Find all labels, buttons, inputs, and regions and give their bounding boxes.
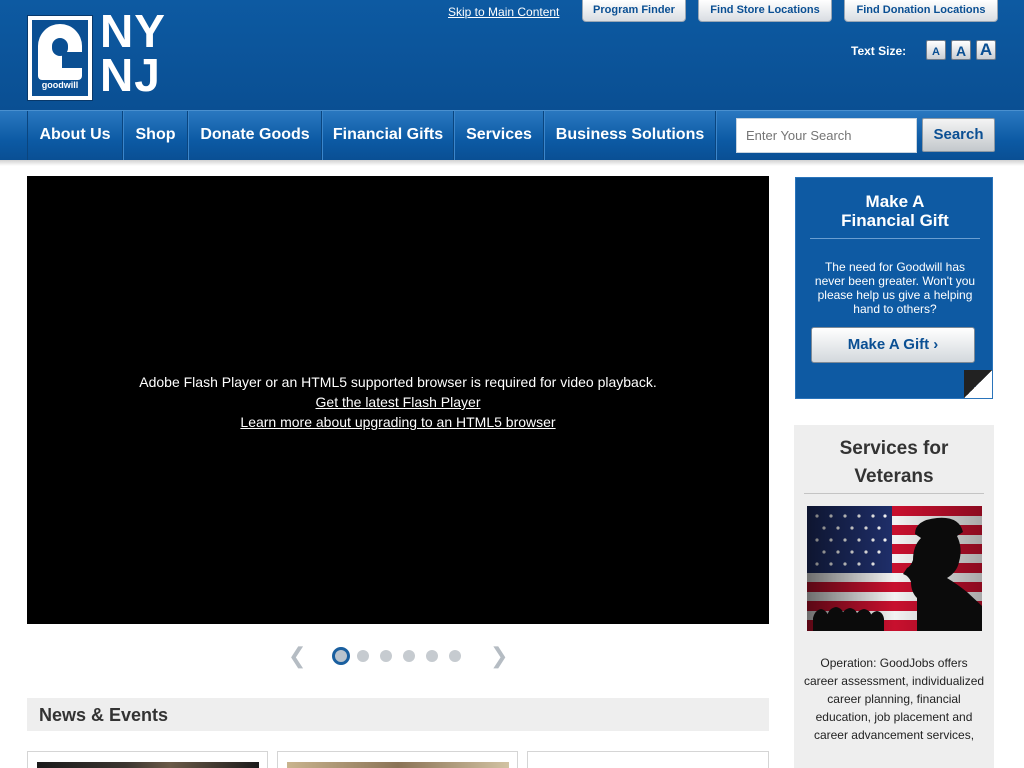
program-finder-button[interactable]: Program Finder xyxy=(582,0,686,22)
site-header: goodwill NY NJ Skip to Main Content Prog… xyxy=(0,0,1024,110)
logo-ny-text[interactable]: NY xyxy=(100,8,166,54)
slider-dot-3[interactable] xyxy=(380,650,392,662)
gift-title-line-2: Financial Gift xyxy=(841,211,949,230)
video-required-text: Adobe Flash Player or an HTML5 supported… xyxy=(139,374,657,390)
find-store-locations-button[interactable]: Find Store Locations xyxy=(698,0,832,22)
slider-dot-5[interactable] xyxy=(426,650,438,662)
slider-dot-6[interactable] xyxy=(449,650,461,662)
news-card[interactable] xyxy=(27,751,268,768)
slider-dot-2[interactable] xyxy=(357,650,369,662)
text-size-small-button[interactable]: A xyxy=(926,40,946,60)
slider-prev-arrow-icon[interactable]: ❮ xyxy=(288,644,306,668)
text-size-large-button[interactable]: A xyxy=(976,40,996,60)
gift-divider xyxy=(810,238,980,239)
veterans-title-line-2: Veterans xyxy=(854,466,934,487)
main-navigation: About Us Shop Donate Goods Financial Gif… xyxy=(0,110,1024,160)
goodwill-logo[interactable]: goodwill xyxy=(27,15,93,101)
news-card[interactable] xyxy=(527,751,769,768)
logo-nj-text[interactable]: NJ xyxy=(100,52,161,98)
find-donation-locations-button[interactable]: Find Donation Locations xyxy=(844,0,998,22)
skip-to-main-content-link[interactable]: Skip to Main Content xyxy=(448,5,559,19)
nav-shadow xyxy=(0,160,1024,166)
veterans-services-panel: Services for Veterans Operation: GoodJob… xyxy=(794,425,994,768)
nav-item-business-solutions[interactable]: Business Solutions xyxy=(545,111,716,160)
veterans-title-line-1: Services for xyxy=(839,438,949,459)
gift-title-line-1: Make A xyxy=(865,192,925,211)
flag-silhouette-graphic xyxy=(807,506,982,631)
video-fallback-message: Adobe Flash Player or an HTML5 supported… xyxy=(27,372,769,432)
financial-gift-title: Make A Financial Gift xyxy=(796,192,992,230)
text-size-medium-button[interactable]: A xyxy=(951,40,971,60)
html5-browser-link[interactable]: Learn more about upgrading to an HTML5 b… xyxy=(27,412,769,432)
veterans-flag-soldier-image[interactable] xyxy=(807,506,982,631)
nav-item-services[interactable]: Services xyxy=(455,111,544,160)
slider-dot-1[interactable] xyxy=(332,647,350,665)
goodwill-g-cut xyxy=(62,52,82,68)
logo-wordmark: goodwill xyxy=(41,80,79,90)
veterans-title: Services for Veterans xyxy=(794,435,994,491)
news-events-title: News & Events xyxy=(39,705,169,725)
veterans-description: Operation: GoodJobs offers career assess… xyxy=(803,656,985,742)
search-input[interactable] xyxy=(736,118,917,153)
text-size-label: Text Size: xyxy=(851,44,907,58)
financial-gift-panel: Make A Financial Gift The need for Goodw… xyxy=(795,177,993,399)
flash-player-link[interactable]: Get the latest Flash Player xyxy=(27,392,769,412)
slider-dot-4[interactable] xyxy=(403,650,415,662)
gift-description: The need for Goodwill has never been gre… xyxy=(814,260,976,316)
make-a-gift-button[interactable]: Make A Gift › xyxy=(811,327,975,363)
search-button[interactable]: Search xyxy=(922,118,995,152)
news-card-image[interactable] xyxy=(37,762,259,768)
nav-item-shop[interactable]: Shop xyxy=(124,111,188,160)
video-player[interactable]: Adobe Flash Player or an HTML5 supported… xyxy=(27,176,769,624)
news-card-image[interactable] xyxy=(287,762,509,768)
news-events-header: News & Events xyxy=(27,698,769,731)
slider-next-arrow-icon[interactable]: ❯ xyxy=(490,644,508,668)
page-curl-fold xyxy=(964,370,992,398)
nav-item-financial-gifts[interactable]: Financial Gifts xyxy=(323,111,454,160)
veterans-divider xyxy=(804,493,984,494)
nav-item-donate-goods[interactable]: Donate Goods xyxy=(189,111,322,160)
nav-item-about-us[interactable]: About Us xyxy=(27,111,123,160)
news-card[interactable] xyxy=(277,751,518,768)
